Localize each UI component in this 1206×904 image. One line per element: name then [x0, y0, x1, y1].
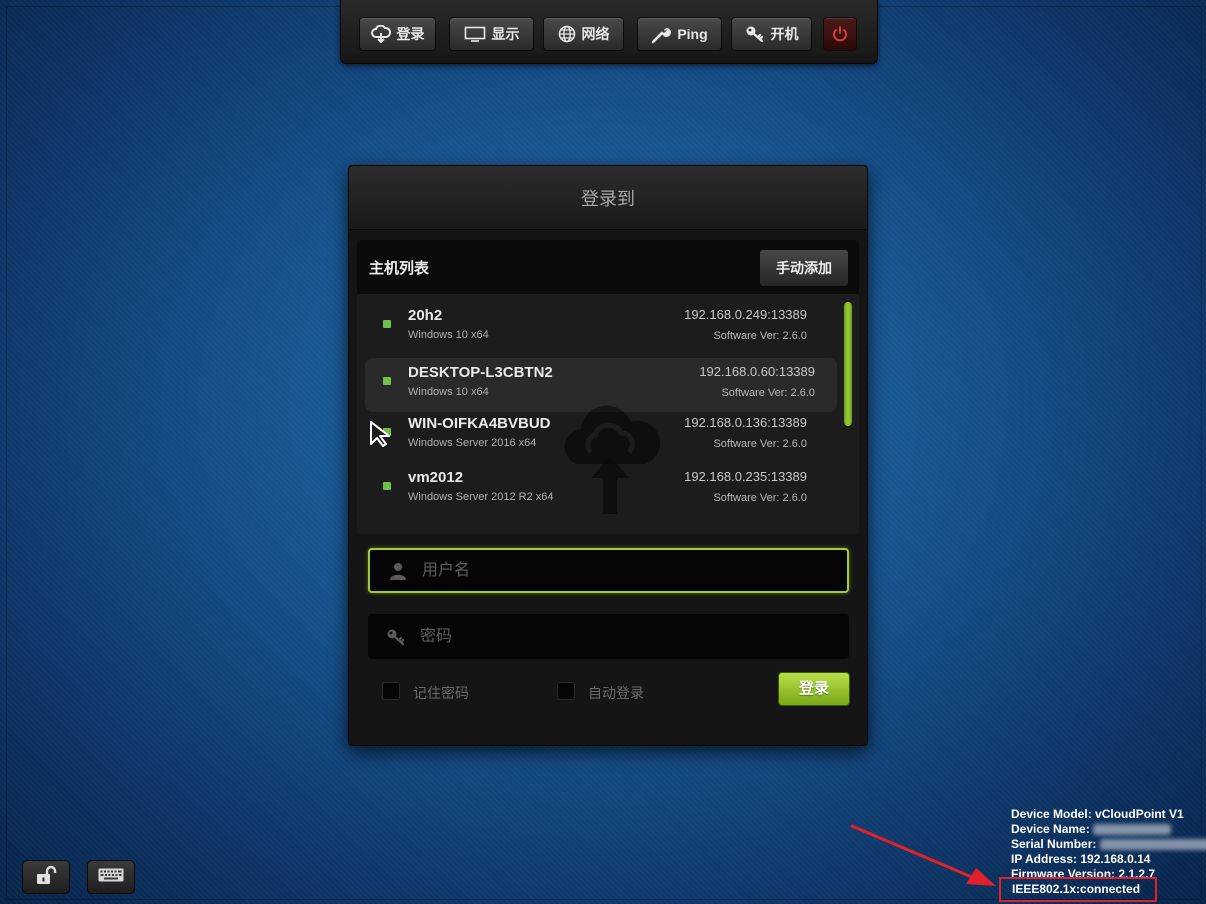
wrench-icon — [651, 24, 672, 44]
host-version: Software Ver: 2.6.0 — [713, 492, 807, 504]
password-field[interactable] — [368, 614, 849, 659]
manual-add-button[interactable]: 手动添加 — [759, 249, 849, 287]
wake-tool-label: 开机 — [770, 26, 799, 42]
network-tool-button[interactable]: 网络 — [543, 17, 624, 51]
display-tool-button[interactable]: 显示 — [449, 17, 534, 51]
host-list-header: 主机列表 手动添加 — [357, 240, 859, 294]
user-icon — [386, 562, 410, 580]
panel-title: 登录到 — [349, 166, 867, 230]
login-tool-label: 登录 — [396, 26, 425, 42]
status-online-icon — [383, 377, 391, 385]
device-name-line: Device Name: — [1011, 822, 1206, 837]
unlock-icon — [35, 865, 57, 890]
host-address: 192.168.0.235:13389 — [684, 469, 807, 484]
host-os: Windows Server 2016 x64 — [408, 437, 537, 449]
wake-tool-button[interactable]: 开机 — [731, 17, 812, 51]
auto-login-checkbox[interactable] — [557, 682, 575, 700]
device-name-label: Device Name: — [1011, 822, 1090, 836]
username-field[interactable] — [368, 548, 849, 593]
device-info: Device Model: vCloudPoint V1 Device Name… — [1011, 807, 1206, 882]
redacted-value — [1099, 839, 1206, 851]
globe-icon — [558, 25, 576, 43]
username-input[interactable] — [420, 560, 824, 581]
host-name: 20h2 — [408, 307, 443, 324]
host-version: Software Ver: 2.6.0 — [721, 387, 815, 399]
host-address: 192.168.0.249:13389 — [684, 307, 807, 322]
display-tool-label: 显示 — [491, 26, 520, 42]
serial-number-label: Serial Number: — [1011, 837, 1097, 851]
keyboard-button[interactable] — [87, 860, 135, 894]
host-address: 192.168.0.136:13389 — [684, 415, 807, 430]
power-icon — [831, 25, 849, 43]
ping-tool-label: Ping — [677, 26, 708, 42]
annotation-arrow-icon — [850, 824, 996, 886]
top-toolbar: 登录 显示 网络 Ping 开机 — [340, 0, 878, 64]
host-name: vm2012 — [408, 469, 464, 486]
password-input[interactable] — [418, 626, 822, 647]
auto-login-label: 自动登录 — [588, 685, 644, 701]
power-button[interactable] — [823, 17, 857, 51]
cloud-login-icon — [370, 25, 391, 43]
login-tool-button[interactable]: 登录 — [359, 17, 436, 51]
host-row-win-oifka4bvbud[interactable]: WIN-OIFKA4BVBUD Windows Server 2016 x64 … — [357, 402, 845, 456]
keyboard-icon — [98, 868, 124, 887]
host-list-title: 主机列表 — [369, 260, 430, 277]
host-list-box: 主机列表 手动添加 20h2 Windows 10 x64 192.168.0.… — [357, 240, 859, 534]
host-os: Windows 10 x64 — [408, 386, 489, 398]
host-list-scrollbar[interactable] — [844, 302, 852, 426]
status-online-icon — [383, 482, 391, 490]
ip-address: IP Address: 192.168.0.14 — [1011, 852, 1151, 866]
host-os: Windows Server 2012 R2 x64 — [408, 491, 554, 503]
status-online-icon — [383, 428, 391, 436]
host-name: DESKTOP-L3CBTN2 — [408, 364, 553, 381]
remember-password-checkbox[interactable] — [382, 682, 400, 700]
host-name: WIN-OIFKA4BVBUD — [408, 415, 551, 432]
redacted-value — [1093, 824, 1172, 836]
host-row-20h2[interactable]: 20h2 Windows 10 x64 192.168.0.249:13389 … — [357, 294, 845, 348]
host-os: Windows 10 x64 — [408, 329, 489, 341]
serial-number-line: Serial Number: — [1011, 837, 1206, 852]
remember-password-label: 记住密码 — [413, 685, 469, 701]
login-panel: 登录到 主机列表 手动添加 20h2 Windows 10 x64 192.16… — [348, 165, 868, 746]
ieee-status: IEEE802.1x:connected — [1012, 882, 1141, 896]
key-icon — [384, 628, 408, 646]
host-version: Software Ver: 2.6.0 — [713, 438, 807, 450]
host-address: 192.168.0.60:13389 — [699, 364, 815, 379]
ping-tool-button[interactable]: Ping — [637, 17, 722, 51]
host-list: 20h2 Windows 10 x64 192.168.0.249:13389 … — [357, 294, 859, 534]
network-tool-label: 网络 — [581, 26, 610, 42]
device-model: Device Model: vCloudPoint V1 — [1011, 807, 1184, 821]
status-online-icon — [383, 320, 391, 328]
key-icon — [745, 25, 765, 43]
host-version: Software Ver: 2.6.0 — [713, 330, 807, 342]
unlock-button[interactable] — [22, 860, 70, 894]
monitor-icon — [464, 26, 486, 42]
login-button[interactable]: 登录 — [778, 672, 850, 706]
host-row-vm2012[interactable]: vm2012 Windows Server 2012 R2 x64 192.16… — [357, 456, 845, 510]
